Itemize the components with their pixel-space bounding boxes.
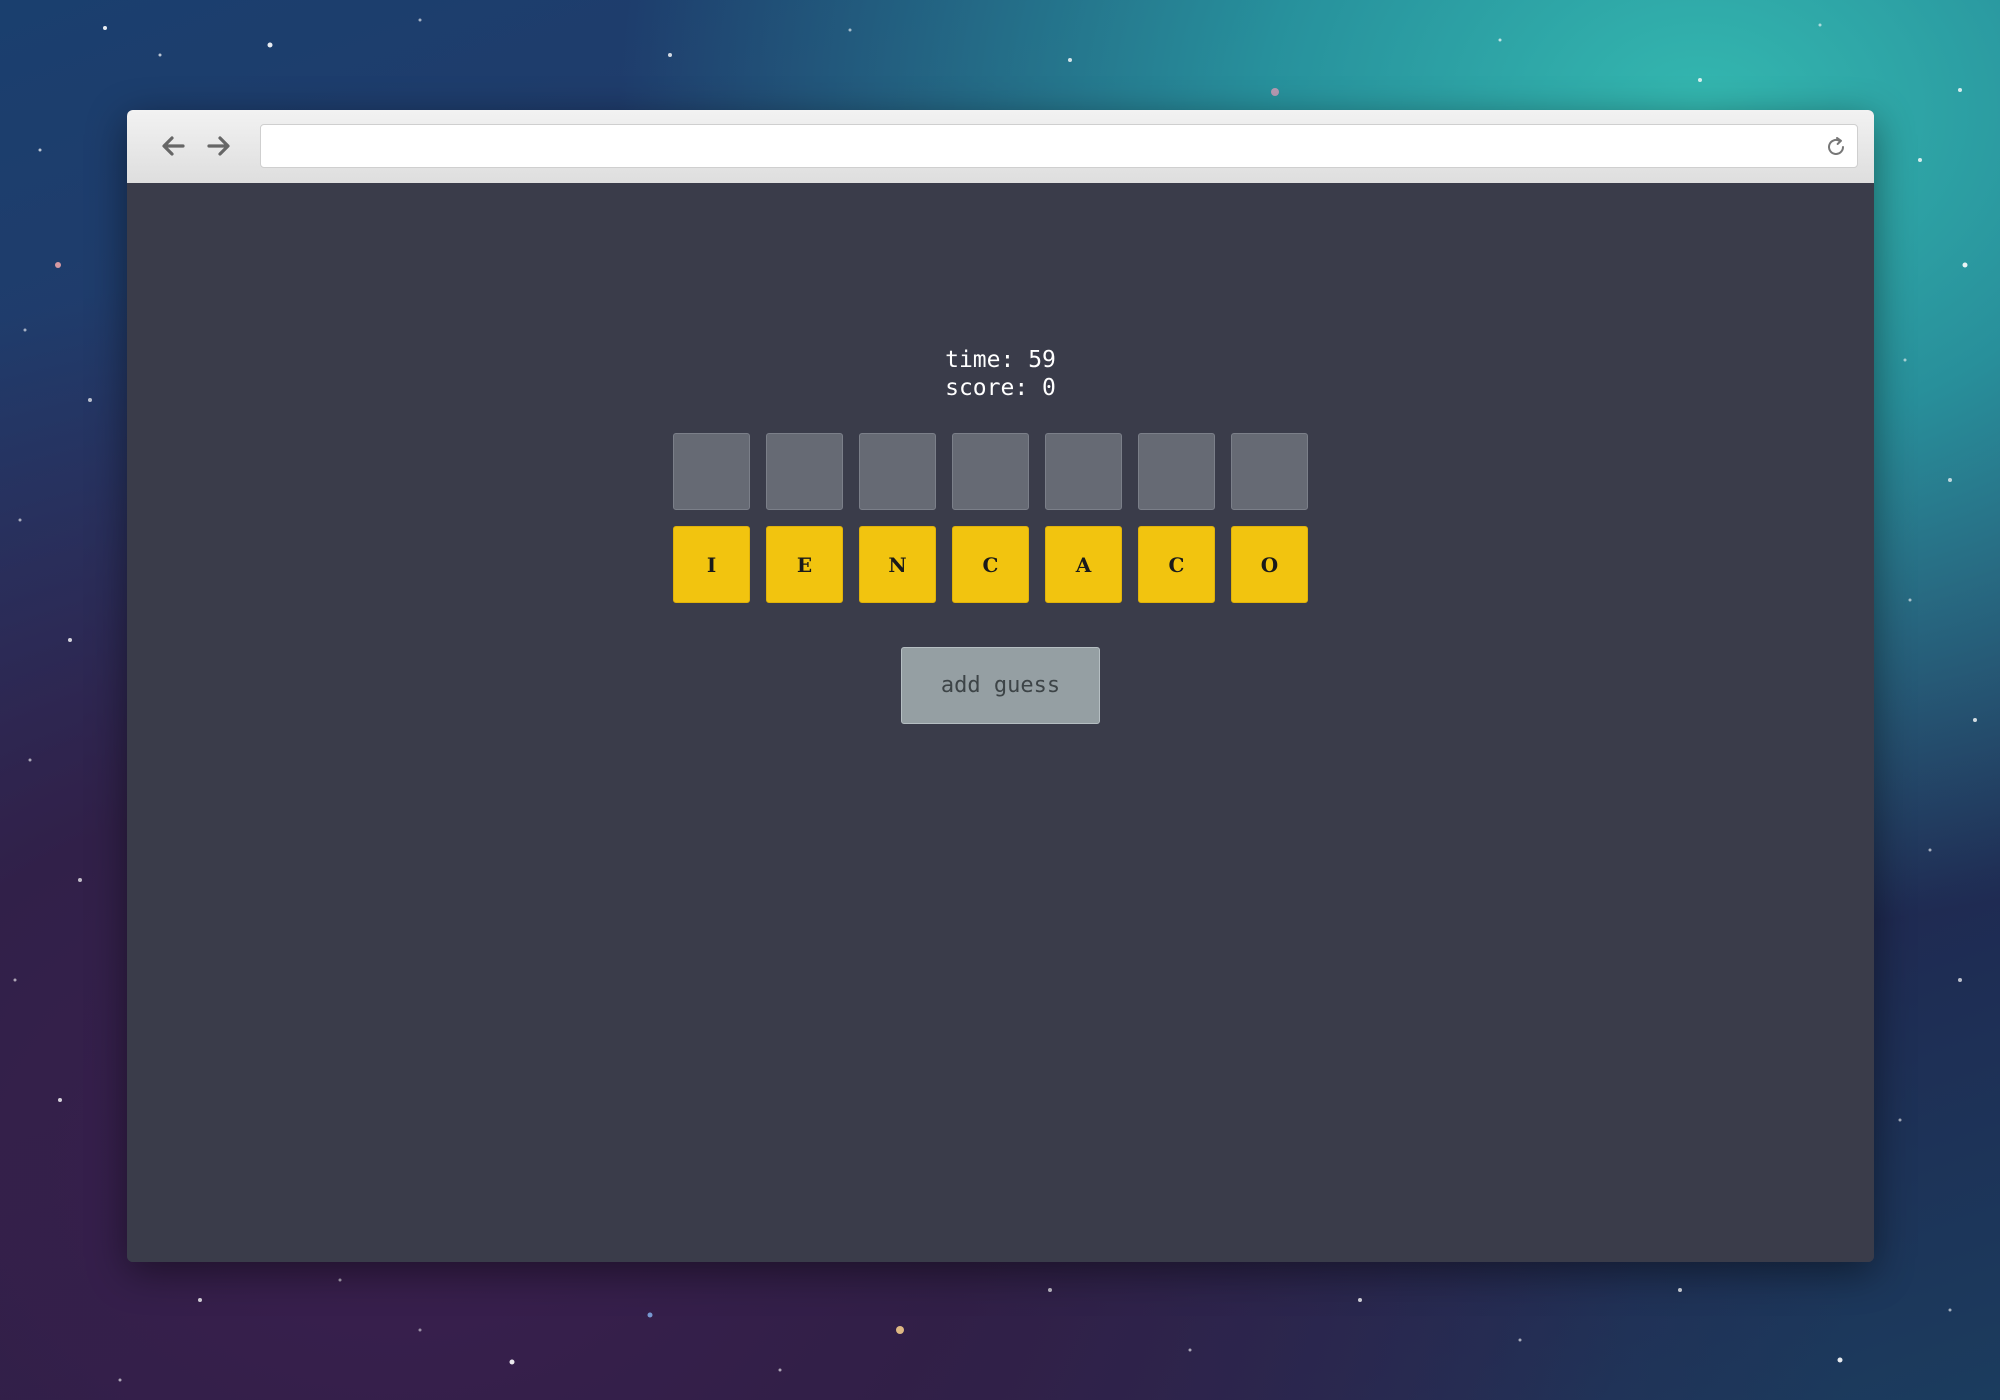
- letter-tile[interactable]: E: [766, 526, 843, 603]
- forward-button[interactable]: [203, 130, 235, 162]
- time-display: time: 59: [945, 347, 1056, 373]
- game-page: time: 59 score: 0 I E N C A C O add gues…: [127, 183, 1874, 1262]
- letter-tile[interactable]: A: [1045, 526, 1122, 603]
- game-status: time: 59 score: 0: [127, 346, 1874, 402]
- browser-toolbar: [127, 110, 1874, 184]
- url-input[interactable]: [271, 125, 1815, 169]
- arrow-right-icon: [207, 136, 230, 156]
- guess-slot[interactable]: [673, 433, 750, 510]
- guess-slot[interactable]: [1231, 433, 1308, 510]
- letter-tile[interactable]: O: [1231, 526, 1308, 603]
- score-display: score: 0: [945, 375, 1056, 401]
- address-bar[interactable]: [260, 124, 1858, 169]
- guess-slots: [673, 433, 1308, 510]
- guess-slot[interactable]: [1138, 433, 1215, 510]
- browser-window: time: 59 score: 0 I E N C A C O add gues…: [127, 110, 1874, 1262]
- reload-button[interactable]: [1823, 134, 1849, 160]
- guess-slot[interactable]: [859, 433, 936, 510]
- guess-slot[interactable]: [1045, 433, 1122, 510]
- letter-tile[interactable]: N: [859, 526, 936, 603]
- letter-tile[interactable]: C: [952, 526, 1029, 603]
- letter-tile[interactable]: I: [673, 526, 750, 603]
- guess-slot[interactable]: [952, 433, 1029, 510]
- guess-slot[interactable]: [766, 433, 843, 510]
- add-guess-button[interactable]: add guess: [901, 647, 1100, 724]
- back-button[interactable]: [157, 130, 189, 162]
- letter-tile[interactable]: C: [1138, 526, 1215, 603]
- reload-icon: [1828, 137, 1844, 155]
- letter-tiles: I E N C A C O: [673, 526, 1308, 603]
- arrow-left-icon: [162, 136, 185, 156]
